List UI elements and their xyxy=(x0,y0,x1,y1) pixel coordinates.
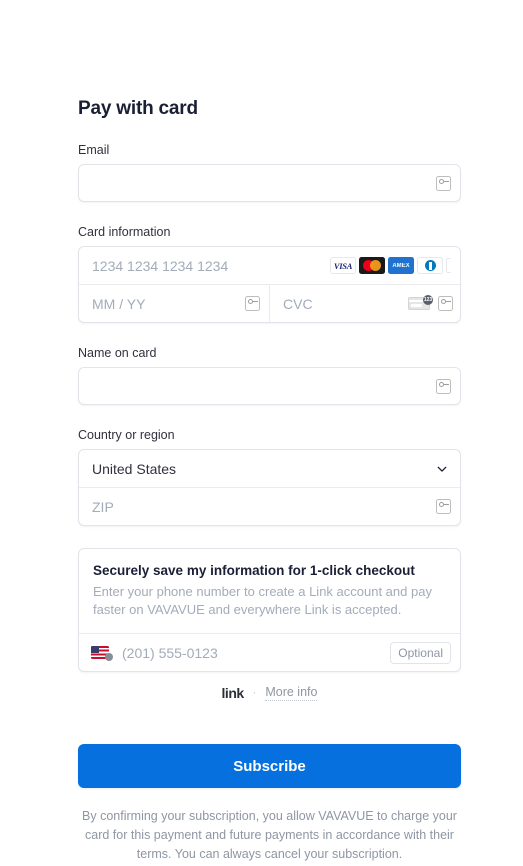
card-number-input[interactable]: 1234 1234 1234 1234 xyxy=(79,258,228,274)
zip-input-value[interactable]: ZIP xyxy=(79,499,114,515)
page-title: Pay with card xyxy=(78,98,198,119)
cvc-card-icon: 123 xyxy=(408,295,434,312)
link-save-info-box: Securely save my information for 1-click… xyxy=(78,548,461,672)
subscribe-button[interactable]: Subscribe xyxy=(78,744,461,788)
visa-icon-label: VISA xyxy=(333,260,353,271)
legal-disclaimer: By confirming your subscription, you all… xyxy=(82,809,457,861)
amex-icon: AMEX xyxy=(388,257,414,274)
autofill-key-icon[interactable] xyxy=(436,175,451,191)
mastercard-icon-right-circle xyxy=(370,260,381,271)
link-save-info-title: Securely save my information for 1-click… xyxy=(93,563,415,578)
autofill-key-icon[interactable] xyxy=(438,296,453,311)
more-brands-icon xyxy=(446,258,451,273)
autofill-key-icon[interactable] xyxy=(436,499,451,514)
email-field-group: Email xyxy=(78,142,461,202)
phone-number-input[interactable]: (201) 555-0123 xyxy=(122,645,218,661)
autofill-key-icon[interactable] xyxy=(436,378,451,394)
payment-form: Pay with card Email Card information 123… xyxy=(78,0,461,864)
card-expiry-cell[interactable]: MM / YY xyxy=(79,285,269,322)
card-expiry-cvc-row: MM / YY CVC 123 xyxy=(79,284,460,322)
more-info-link[interactable]: More info xyxy=(265,685,318,701)
country-select-value: United States xyxy=(92,460,177,477)
cvc-card-icon-badge: 123 xyxy=(423,295,433,305)
mastercard-icon xyxy=(359,257,385,274)
country-select[interactable]: United States xyxy=(79,450,460,487)
link-save-info-description: Enter your phone number to create a Link… xyxy=(93,584,432,617)
name-on-card-label: Name on card xyxy=(78,346,157,360)
optional-badge: Optional xyxy=(390,641,451,664)
name-on-card-input[interactable] xyxy=(78,367,461,405)
name-on-card-group: Name on card xyxy=(78,345,461,405)
payment-page: Pay with card Email Card information 123… xyxy=(0,0,523,866)
country-code-dropdown-icon[interactable] xyxy=(105,652,113,661)
chevron-down-icon[interactable] xyxy=(437,464,447,474)
amex-icon-mark: AMEX xyxy=(392,262,410,269)
card-information-box: 1234 1234 1234 1234 VISA AMEX MM / YY CV… xyxy=(78,246,461,323)
link-logo: link xyxy=(221,685,245,701)
link-save-info-header: Securely save my information for 1-click… xyxy=(79,549,460,633)
phone-number-row[interactable]: (201) 555-0123 Optional xyxy=(79,633,460,671)
link-footer: link · More info xyxy=(78,685,461,701)
diners-club-icon xyxy=(417,257,443,274)
country-region-label: Country or region xyxy=(78,428,175,442)
card-information-label: Card information xyxy=(78,225,171,239)
diners-club-icon-circle xyxy=(424,260,436,271)
card-brand-icons: VISA AMEX xyxy=(330,257,460,274)
email-label: Email xyxy=(78,143,110,157)
country-region-group: Country or region United States ZIP xyxy=(78,427,461,526)
card-cvc-input[interactable]: CVC xyxy=(270,296,313,312)
card-number-row[interactable]: 1234 1234 1234 1234 VISA AMEX xyxy=(79,247,460,284)
card-cvc-cell[interactable]: CVC 123 xyxy=(269,285,460,322)
email-input[interactable] xyxy=(78,164,461,202)
autofill-key-icon[interactable] xyxy=(245,296,260,311)
zip-input[interactable]: ZIP xyxy=(79,487,460,525)
us-flag-icon-canton xyxy=(91,646,99,653)
country-region-box: United States ZIP xyxy=(78,449,461,526)
card-expiry-input[interactable]: MM / YY xyxy=(79,296,145,312)
separator-dot: · xyxy=(252,687,257,699)
visa-icon: VISA xyxy=(330,257,356,274)
card-information-group: Card information 1234 1234 1234 1234 VIS… xyxy=(78,224,461,323)
